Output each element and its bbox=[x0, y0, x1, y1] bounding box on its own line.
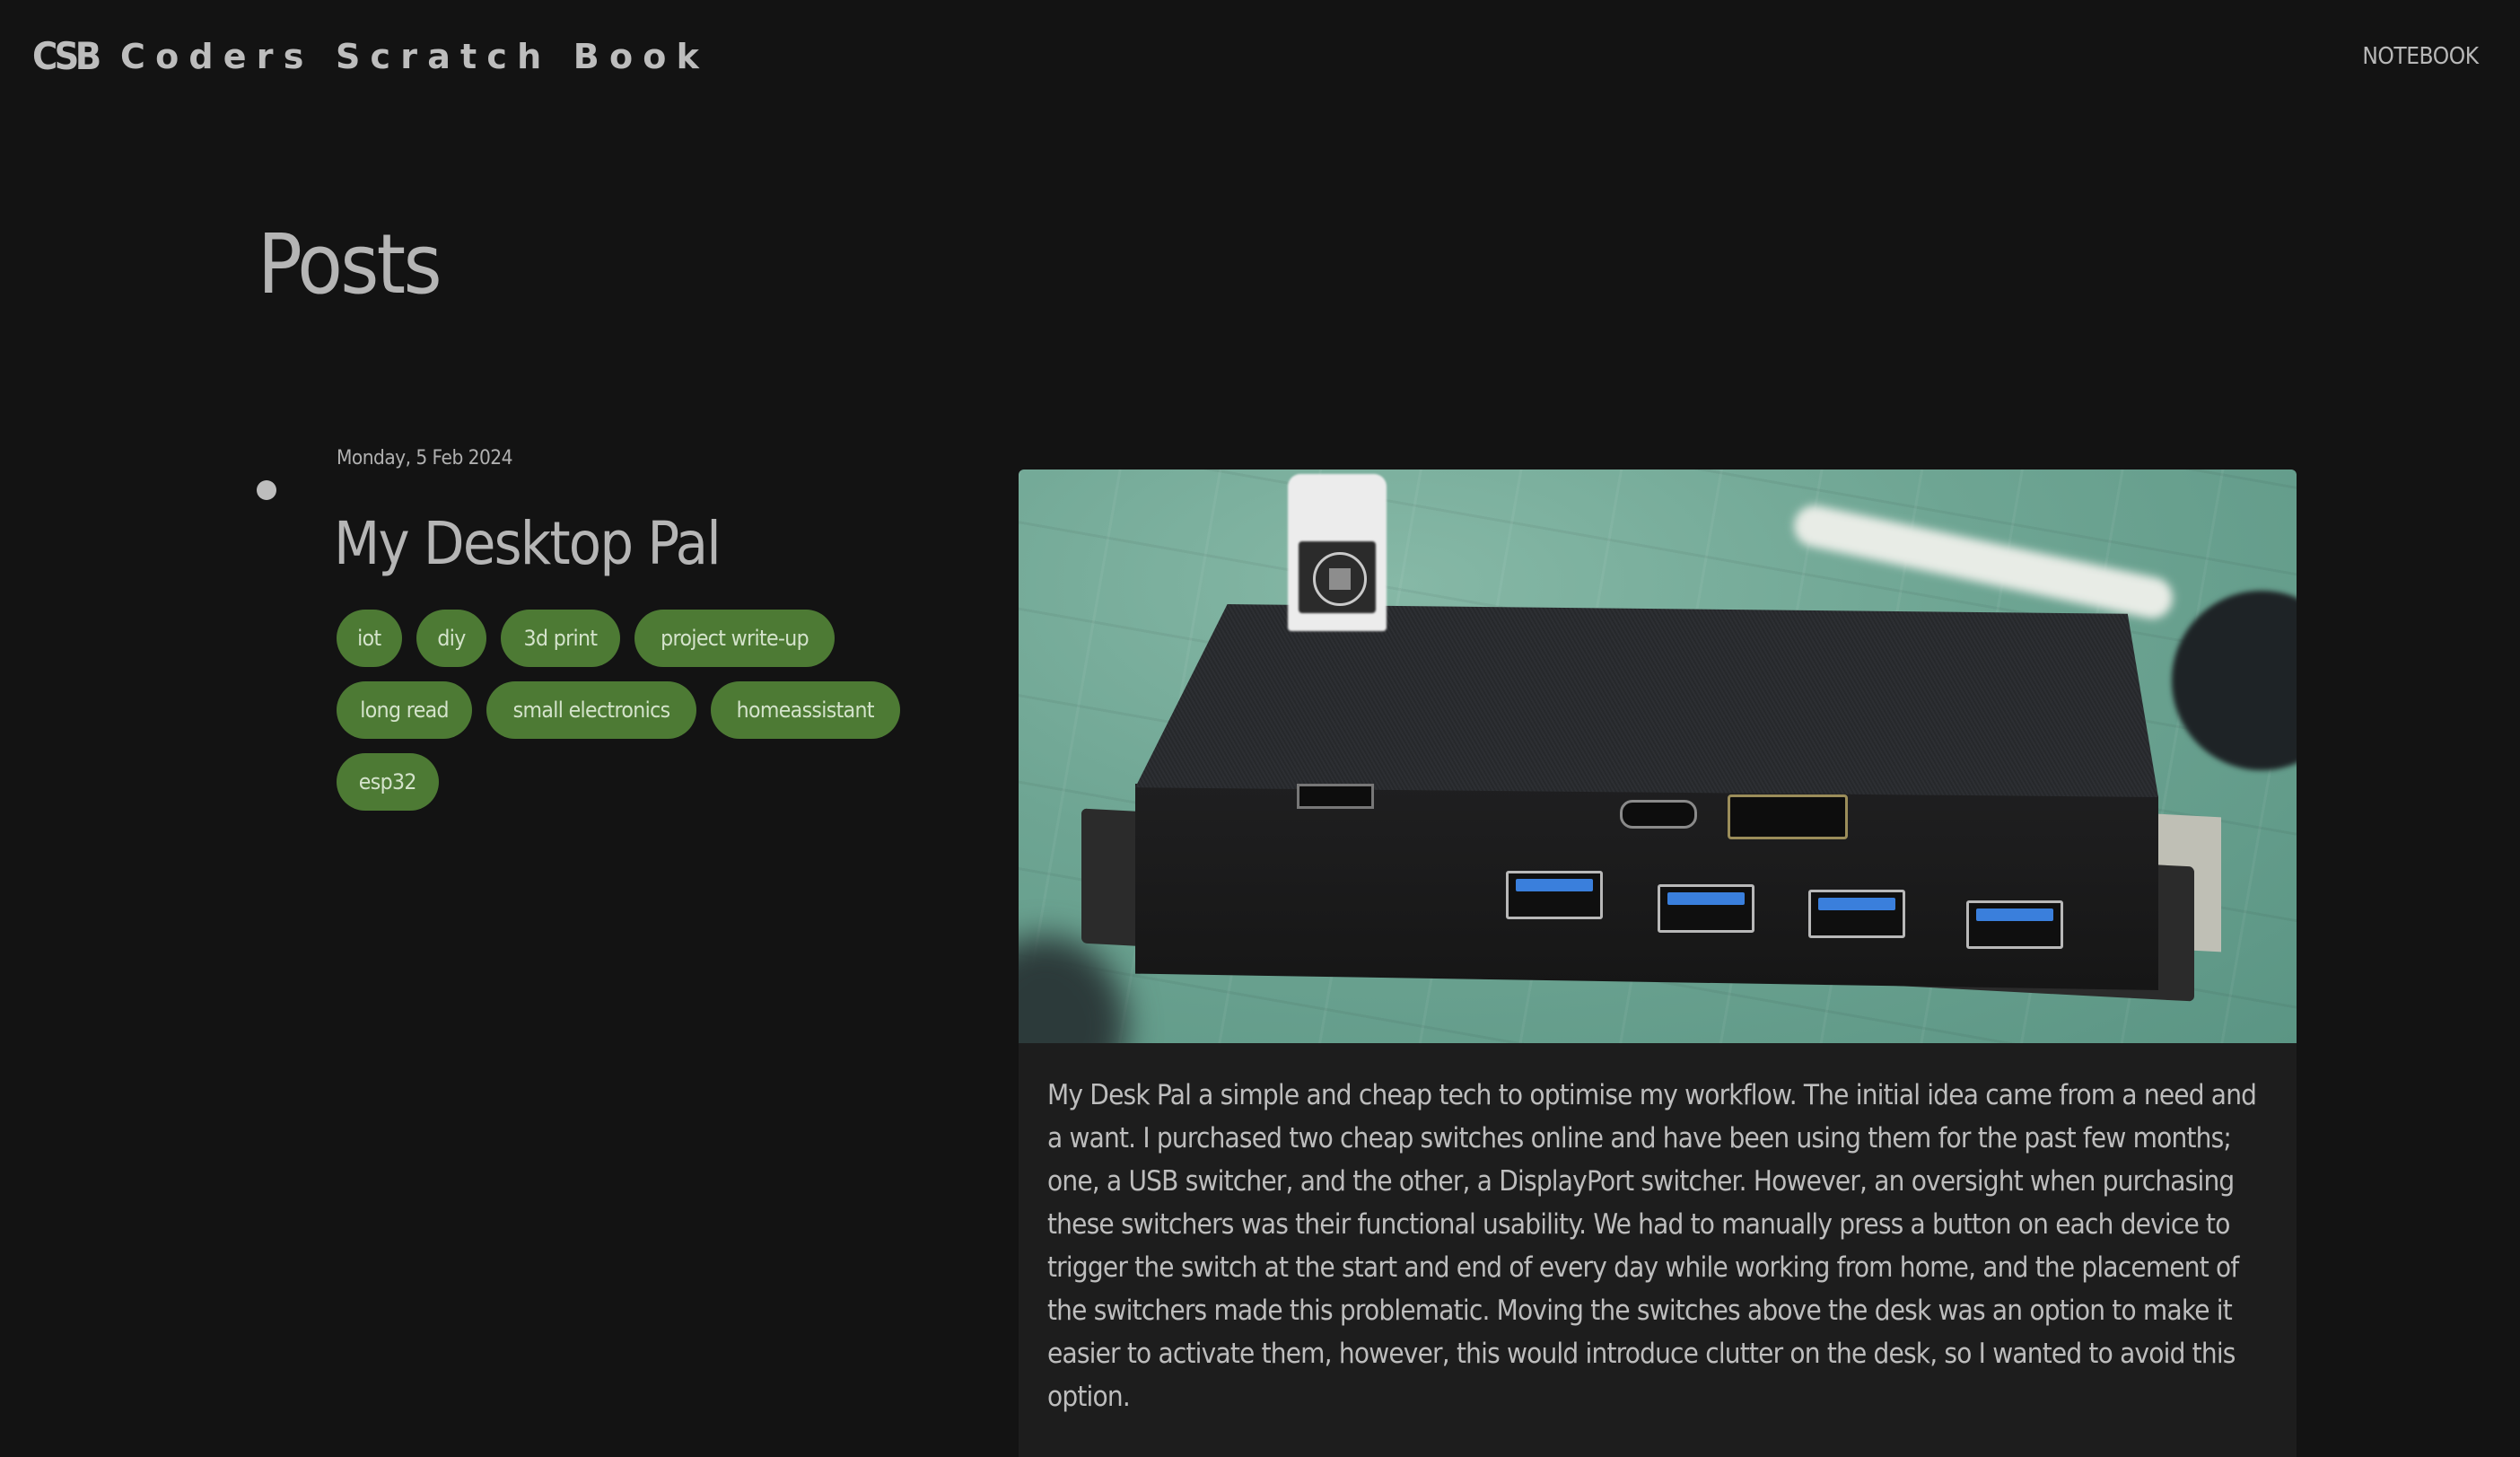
page-title: Posts bbox=[258, 216, 442, 312]
excerpt-line: a want. I purchased two cheap switches o… bbox=[1047, 1122, 2232, 1154]
tag-small-electronics[interactable]: small electronics bbox=[486, 681, 697, 739]
site-logo[interactable]: CSB bbox=[32, 38, 101, 75]
photo-usb-port bbox=[1658, 884, 1754, 933]
photo-usb-port bbox=[1808, 890, 1905, 938]
post-excerpt: My Desk Pal a simple and cheap tech to o… bbox=[1047, 1074, 2268, 1418]
post-cover-image[interactable] bbox=[1019, 470, 2297, 1043]
photo-usb-port bbox=[1966, 900, 2063, 949]
tag-esp32[interactable]: esp32 bbox=[337, 753, 439, 811]
excerpt-line: easier to activate them, however, this w… bbox=[1047, 1338, 2236, 1370]
photo-displayport bbox=[1728, 794, 1848, 839]
tag-label: iot bbox=[357, 626, 381, 651]
tag-label: esp32 bbox=[358, 769, 417, 794]
tag-iot[interactable]: iot bbox=[337, 610, 402, 667]
tag-long-read[interactable]: long read bbox=[337, 681, 473, 739]
tag-project-write-up[interactable]: project write-up bbox=[634, 610, 835, 667]
photo-usbc-port bbox=[1620, 800, 1697, 829]
photo-enclosure-top bbox=[1135, 604, 2158, 797]
post-date: Monday, 5 Feb 2024 bbox=[337, 447, 512, 470]
photo-pen bbox=[1789, 501, 2177, 623]
excerpt-line: one, a USB switcher, and the other, a Di… bbox=[1047, 1165, 2235, 1198]
tag-label: homeassistant bbox=[736, 698, 875, 723]
tag-label: small electronics bbox=[512, 698, 671, 723]
photo-usb-port bbox=[1506, 871, 1603, 919]
photo-knob bbox=[2172, 591, 2297, 770]
tag-label: long read bbox=[360, 698, 449, 723]
tag-label: project write-up bbox=[660, 626, 809, 651]
post-card[interactable]: My Desk Pal a simple and cheap tech to o… bbox=[1019, 470, 2297, 1457]
tag-3d-print[interactable]: 3d print bbox=[500, 610, 620, 667]
timeline-dot-icon bbox=[257, 480, 276, 500]
tag-label: 3d print bbox=[523, 626, 598, 651]
tag-label: diy bbox=[437, 626, 466, 651]
site-brand-link[interactable]: Coders Scratch Book bbox=[120, 36, 709, 77]
photo-sd-slot bbox=[1297, 784, 1374, 809]
excerpt-line: the switchers made this problematic. Mov… bbox=[1047, 1295, 2233, 1327]
excerpt-line: trigger the switch at the start and end … bbox=[1047, 1251, 2239, 1284]
post-tags: iot diy 3d print project write-up long r… bbox=[337, 610, 911, 811]
nav-link-notebook[interactable]: NOTEBOOK bbox=[2363, 40, 2480, 73]
excerpt-line: these switchers was their functional usa… bbox=[1047, 1208, 2230, 1241]
excerpt-line: option. bbox=[1047, 1381, 1131, 1413]
photo-blur-object bbox=[1019, 936, 1126, 1043]
post-title-link[interactable]: My Desktop Pal bbox=[334, 508, 722, 580]
excerpt-line: My Desk Pal a simple and cheap tech to o… bbox=[1047, 1079, 2257, 1111]
tag-homeassistant[interactable]: homeassistant bbox=[711, 681, 900, 739]
photo-sensor-chip bbox=[1313, 552, 1367, 606]
tag-diy[interactable]: diy bbox=[416, 610, 486, 667]
